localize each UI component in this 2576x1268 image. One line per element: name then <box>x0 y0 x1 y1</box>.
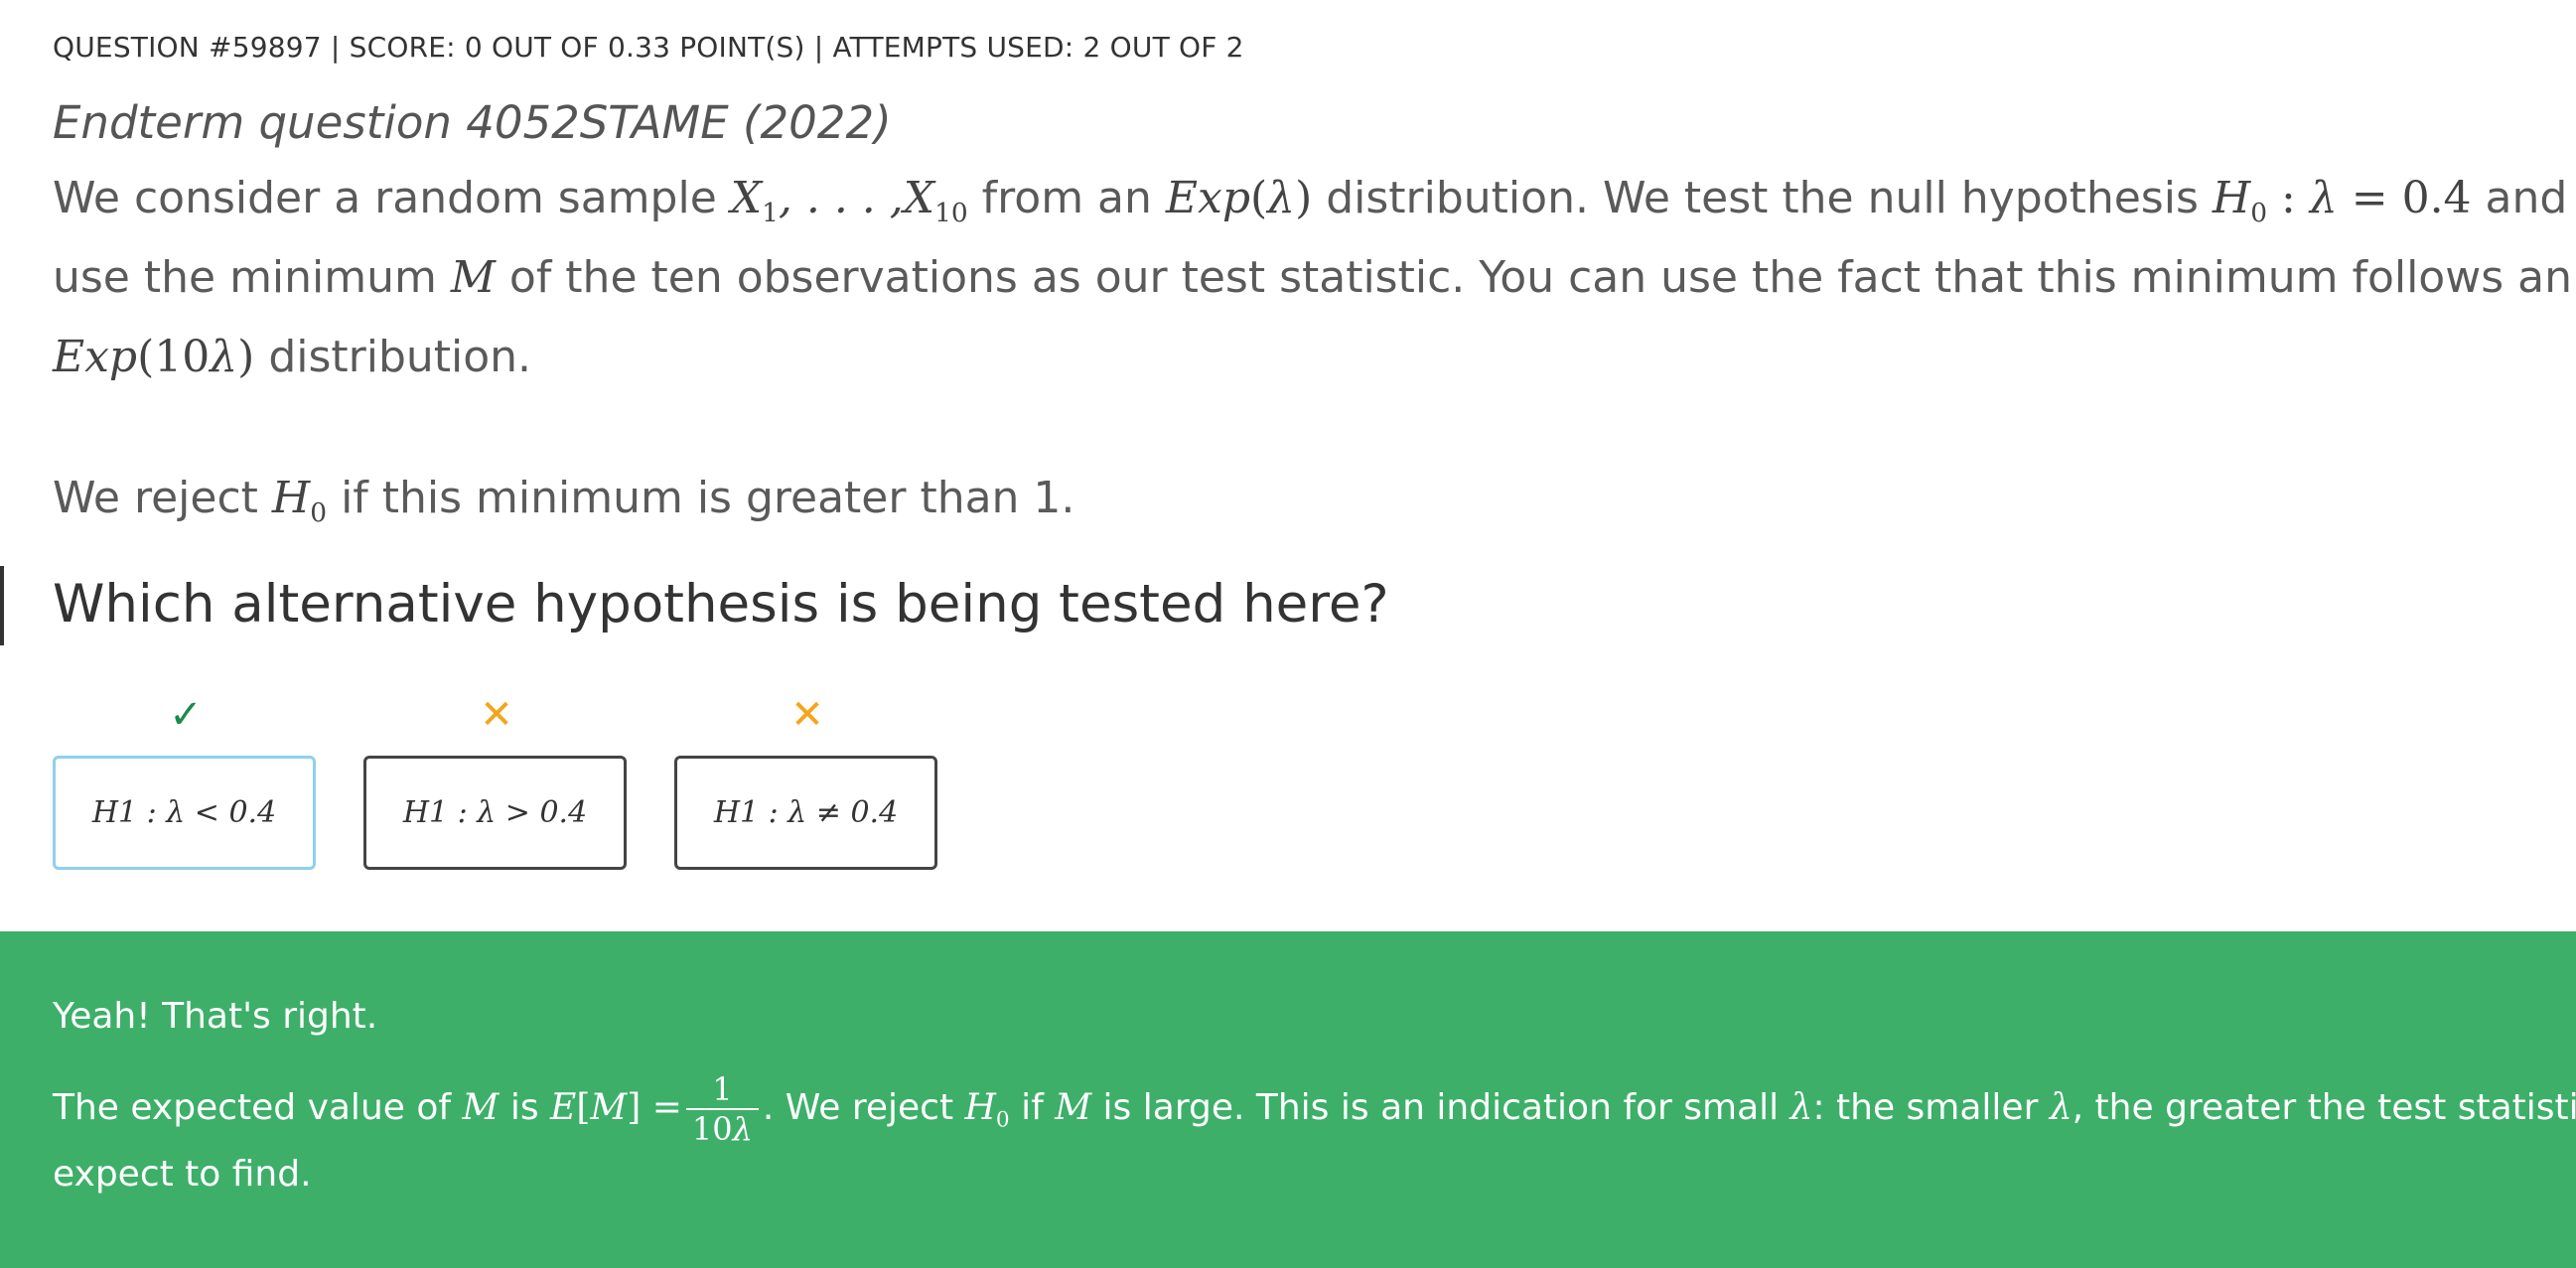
option-label: H1 : λ > 0.4 <box>402 795 588 830</box>
math-null-hypothesis: H0 : λ = 0.4 <box>2212 173 2472 229</box>
cross-icon: ✕ <box>480 692 513 738</box>
math-m: M <box>462 1087 500 1128</box>
math-h0: H0 <box>964 1087 1010 1133</box>
option-label: H1 : λ ≠ 0.4 <box>713 795 899 830</box>
math-exp-10-lambda: Exp(10λ) <box>53 332 255 382</box>
feedback-line-1: The expected value of M is E[M] = 1 10λ. W… <box>53 1070 2576 1148</box>
math-lambda: λ <box>2049 1087 2073 1128</box>
question-body: We consider a random sample X1, . . . ,X… <box>53 159 2576 397</box>
question-meta-header: QUESTION #59897 | SCORE: 0 OUT OF 0.33 P… <box>53 31 1244 64</box>
question-title: Endterm question 4052STAME (2022) <box>53 96 892 149</box>
math-h0: H0 <box>271 473 328 529</box>
checkmark-icon: ✓ <box>169 692 203 738</box>
question-prompt: Which alternative hypothesis is being te… <box>53 574 1389 634</box>
cross-icon: ✕ <box>790 692 824 738</box>
math-expected-value: E[M] = <box>550 1087 682 1128</box>
math-fraction: 1 10λ <box>685 1070 759 1148</box>
question-accent-bar <box>0 566 4 645</box>
feedback-explanation: The expected value of M is E[M] = 1 10λ. W… <box>53 1070 2576 1209</box>
math-exp-lambda: Exp(λ) <box>1165 173 1313 223</box>
answer-option-not-equal[interactable]: H1 : λ ≠ 0.4 <box>674 756 937 870</box>
math-m: M <box>450 252 496 303</box>
feedback-panel: Yeah! That's right. The expected value o… <box>0 931 2576 1268</box>
body-line-2: use the minimum M of the ten observation… <box>53 252 2572 303</box>
body-line-1: We consider a random sample X1, . . . ,X… <box>53 173 2576 229</box>
body-line-3: Exp(10λ) distribution. <box>53 332 532 382</box>
math-lambda: λ <box>1789 1087 1813 1128</box>
answer-option-less-than[interactable]: H1 : λ < 0.4 <box>53 756 316 870</box>
option-label: H1 : λ < 0.4 <box>91 795 277 830</box>
reject-rule: We reject H0 if this minimum is greater … <box>53 473 1075 529</box>
math-sample: X1, . . . ,X10 <box>730 173 968 229</box>
answer-option-greater-than[interactable]: H1 : λ > 0.4 <box>363 756 627 870</box>
feedback-title: Yeah! That's right. <box>53 996 378 1037</box>
feedback-line-2: expect to find. <box>53 1154 312 1195</box>
math-m: M <box>1055 1087 1092 1128</box>
